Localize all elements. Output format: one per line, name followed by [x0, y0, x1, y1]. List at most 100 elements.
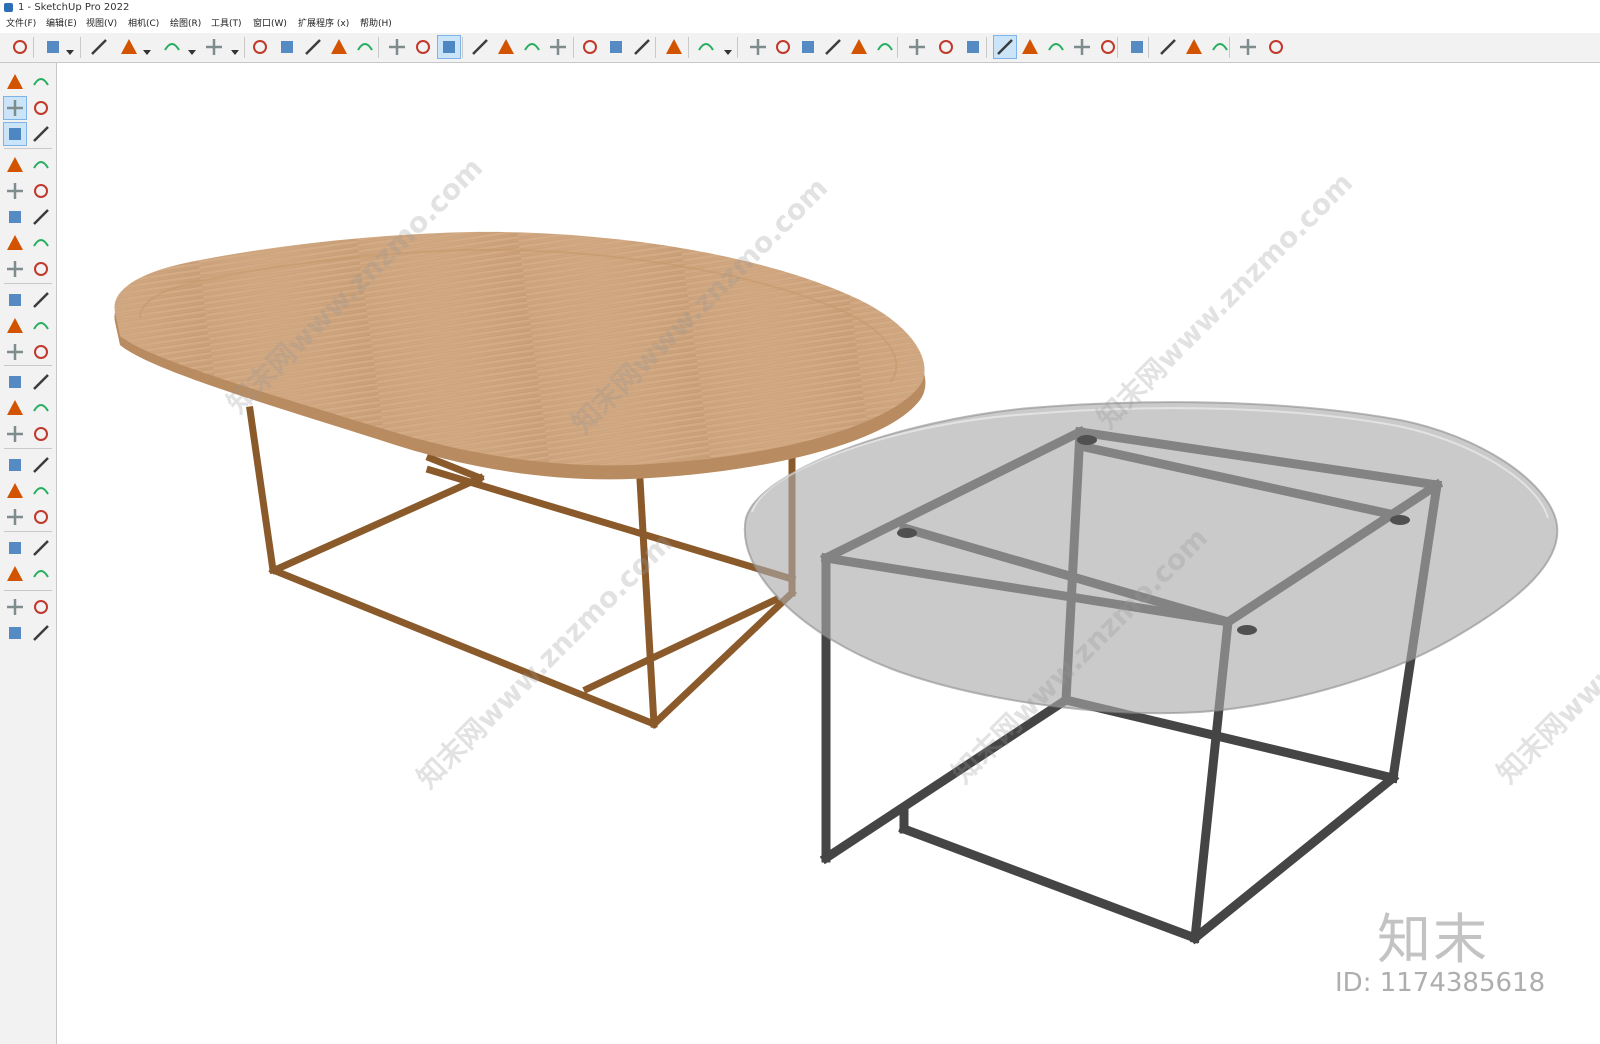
chevron-down-icon[interactable]: [188, 42, 196, 55]
components-icon[interactable]: [1183, 36, 1205, 58]
info-icon[interactable]: [1209, 36, 1231, 58]
texture-icon[interactable]: [1097, 36, 1119, 58]
select-icon[interactable]: [4, 71, 26, 93]
select-icon[interactable]: [42, 36, 64, 58]
settings-icon[interactable]: [1157, 36, 1179, 58]
text-icon[interactable]: [30, 397, 52, 419]
right-view-icon[interactable]: [822, 36, 844, 58]
make-component-icon[interactable]: [30, 71, 52, 93]
dimension-icon[interactable]: [30, 371, 52, 393]
rotate-icon[interactable]: [328, 36, 350, 58]
tape-measure-icon[interactable]: [386, 36, 408, 58]
menu-extensions[interactable]: 扩展程序 (x): [298, 18, 349, 31]
user-icon[interactable]: [695, 36, 717, 58]
top-view-icon[interactable]: [772, 36, 794, 58]
zoom-extents-icon[interactable]: [547, 36, 569, 58]
protractor-icon[interactable]: [4, 397, 26, 419]
menu-tools[interactable]: 工具(T): [211, 18, 242, 31]
paint-bucket-icon[interactable]: [3, 96, 27, 120]
scene-canvas[interactable]: [57, 63, 1600, 1044]
pan-icon[interactable]: [30, 454, 52, 476]
menu-view[interactable]: 视图(V): [86, 18, 117, 31]
3d-viewport[interactable]: 知末网www.znzmo.com 知末网www.znzmo.com 知末网www…: [57, 63, 1600, 1044]
cloud-icon[interactable]: [1126, 36, 1148, 58]
chevron-down-icon[interactable]: [724, 42, 732, 55]
eraser-icon[interactable]: [30, 97, 52, 119]
polygon-icon[interactable]: [30, 206, 52, 228]
menu-file[interactable]: 文件(F): [6, 18, 36, 31]
extension-warehouse-icon[interactable]: [605, 36, 627, 58]
3d-text-icon[interactable]: [30, 423, 52, 445]
position-camera-icon[interactable]: [4, 537, 26, 559]
section-icon[interactable]: [993, 35, 1017, 59]
two-point-arc-icon[interactable]: [30, 232, 52, 254]
bottom-view-icon[interactable]: [906, 36, 928, 58]
orbit-icon[interactable]: [4, 454, 26, 476]
menu-window[interactable]: 窗口(W): [253, 18, 287, 31]
walk-icon[interactable]: [4, 563, 26, 585]
paint-bucket-icon[interactable]: [437, 35, 461, 59]
layout-icon[interactable]: [631, 36, 653, 58]
styles-icon[interactable]: [663, 36, 685, 58]
circle-icon[interactable]: [4, 206, 26, 228]
rotated-rectangle-icon[interactable]: [30, 180, 52, 202]
chevron-down-icon[interactable]: [66, 42, 74, 55]
tape-measure-icon[interactable]: [4, 371, 26, 393]
extension-icon[interactable]: [30, 596, 52, 618]
menu-edit[interactable]: 编辑(E): [46, 18, 77, 31]
menu-help[interactable]: 帮助(H): [360, 18, 392, 31]
move-icon[interactable]: [4, 289, 26, 311]
styles-icon[interactable]: [30, 622, 52, 644]
arc-icon[interactable]: [4, 232, 26, 254]
account-icon[interactable]: [1265, 36, 1287, 58]
zoom-icon[interactable]: [4, 480, 26, 502]
paint-icon[interactable]: [30, 123, 52, 145]
offset-icon[interactable]: [30, 341, 52, 363]
eraser-icon[interactable]: [88, 36, 110, 58]
back-view-icon[interactable]: [848, 36, 870, 58]
axes-icon[interactable]: [4, 423, 26, 445]
section-plane-icon[interactable]: [30, 563, 52, 585]
line-icon[interactable]: [4, 154, 26, 176]
chevron-down-icon[interactable]: [231, 42, 239, 55]
rotate-icon[interactable]: [4, 315, 26, 337]
warehouse-icon[interactable]: [579, 36, 601, 58]
three-point-arc-icon[interactable]: [4, 258, 26, 280]
menu-draw[interactable]: 绘图(R): [170, 18, 201, 31]
text-icon[interactable]: [412, 36, 434, 58]
zoom-extents-icon[interactable]: [4, 506, 26, 528]
look-around-icon[interactable]: [30, 537, 52, 559]
previous-view-icon[interactable]: [30, 506, 52, 528]
shadow-icon[interactable]: [1045, 36, 1067, 58]
zoom-icon[interactable]: [9, 36, 31, 58]
menu-camera[interactable]: 相机(C): [128, 18, 159, 31]
rectangle-icon[interactable]: [4, 180, 26, 202]
follow-me-icon[interactable]: [30, 315, 52, 337]
zoom-window-icon[interactable]: [30, 480, 52, 502]
pie-icon[interactable]: [30, 258, 52, 280]
arc-icon[interactable]: [161, 36, 183, 58]
add-location-icon[interactable]: [1019, 36, 1041, 58]
layout-icon[interactable]: [4, 622, 26, 644]
zoom-window-icon[interactable]: [521, 36, 543, 58]
scale-icon[interactable]: [354, 36, 376, 58]
freehand-icon[interactable]: [30, 154, 52, 176]
chevron-down-icon[interactable]: [143, 42, 151, 55]
pencil-icon[interactable]: [118, 36, 140, 58]
left-view-icon[interactable]: [874, 36, 896, 58]
push-pull-icon[interactable]: [249, 36, 271, 58]
materials-icon[interactable]: [1071, 36, 1093, 58]
orbit-icon[interactable]: [469, 36, 491, 58]
push-pull-icon[interactable]: [30, 289, 52, 311]
rectangle-icon[interactable]: [203, 36, 225, 58]
front-view-icon[interactable]: [797, 36, 819, 58]
move-icon[interactable]: [302, 36, 324, 58]
sandbox-icon[interactable]: [962, 36, 984, 58]
scale-icon[interactable]: [4, 341, 26, 363]
solid-tools-icon[interactable]: [935, 36, 957, 58]
follow-me-icon[interactable]: [276, 36, 298, 58]
pan-icon[interactable]: [495, 36, 517, 58]
cart-icon[interactable]: [1237, 36, 1259, 58]
iso-view-icon[interactable]: [747, 36, 769, 58]
warehouse-icon[interactable]: [4, 596, 26, 618]
